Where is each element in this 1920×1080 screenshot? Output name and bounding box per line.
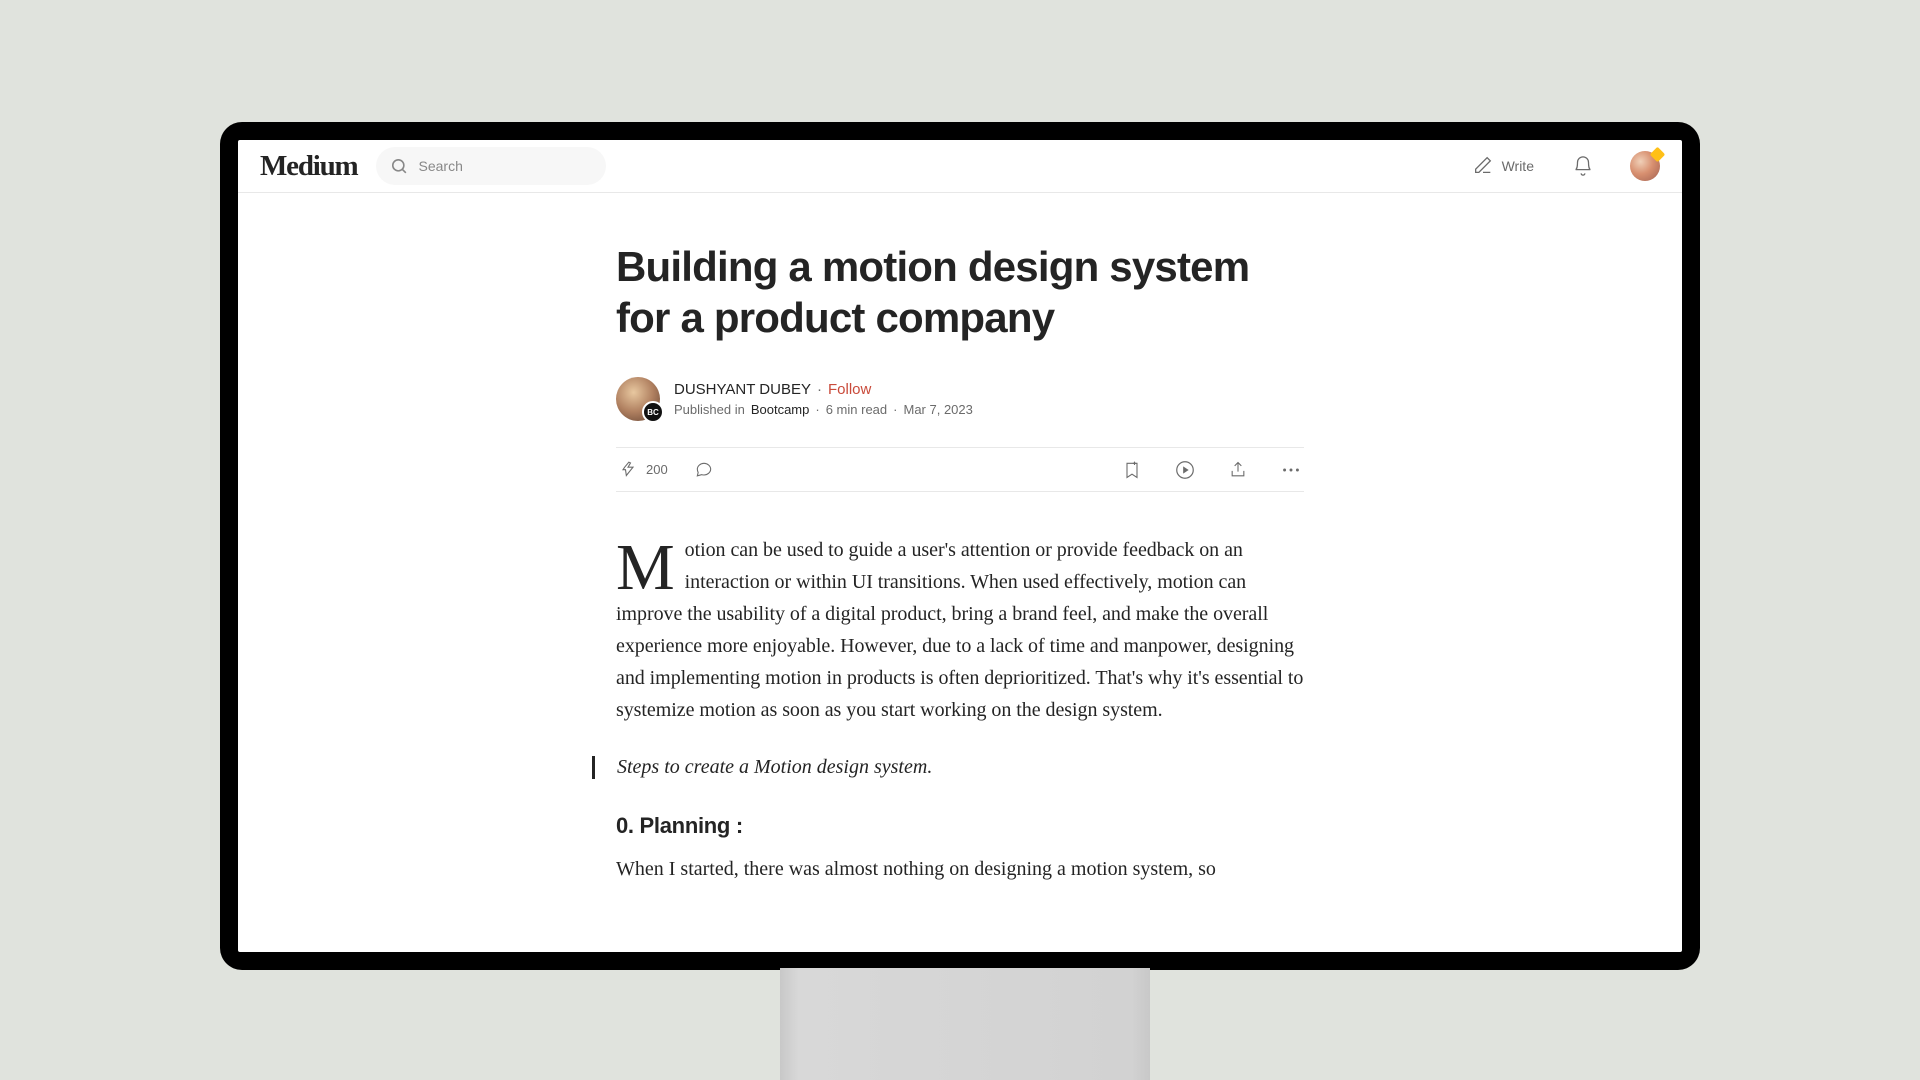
clap-count: 200 xyxy=(646,462,668,477)
write-label: Write xyxy=(1502,158,1534,174)
publish-date: Mar 7, 2023 xyxy=(903,402,972,417)
more-icon[interactable] xyxy=(1280,459,1302,481)
author-name[interactable]: DUSHYANT DUBEY xyxy=(674,381,811,398)
article-quote: Steps to create a Motion design system. xyxy=(592,756,1304,779)
site-logo[interactable]: Medium xyxy=(260,150,358,183)
article-paragraph: Motion can be used to guide a user's att… xyxy=(616,534,1304,726)
monitor-stand xyxy=(780,968,1150,1080)
notifications-icon[interactable] xyxy=(1572,155,1594,177)
article-content: Building a motion design system for a pr… xyxy=(616,193,1304,885)
article-title: Building a motion design system for a pr… xyxy=(616,241,1304,343)
play-icon[interactable] xyxy=(1174,459,1196,481)
byline: BC DUSHYANT DUBEY · Follow Published in … xyxy=(616,377,1304,421)
clap-button[interactable]: 200 xyxy=(618,458,668,481)
search-icon xyxy=(390,157,409,176)
publication-badge-icon: BC xyxy=(642,401,664,423)
user-avatar[interactable] xyxy=(1630,151,1660,181)
bookmark-icon[interactable] xyxy=(1122,459,1142,481)
comment-icon[interactable] xyxy=(694,460,714,480)
article-paragraph: When I started, there was almost nothing… xyxy=(616,853,1304,885)
action-bar: 200 xyxy=(616,447,1304,492)
search-field[interactable] xyxy=(376,147,606,185)
publication-name[interactable]: Bootcamp xyxy=(751,402,810,417)
published-in-label: Published in xyxy=(674,402,745,417)
monitor-frame: Medium Write Building a motion design sy… xyxy=(220,122,1700,970)
follow-button[interactable]: Follow xyxy=(828,381,871,398)
section-heading: 0. Planning : xyxy=(616,813,1304,839)
topbar: Medium Write xyxy=(238,140,1682,193)
read-time: 6 min read xyxy=(826,402,887,417)
write-icon xyxy=(1472,154,1494,179)
separator-dot: · xyxy=(817,381,822,398)
share-icon[interactable] xyxy=(1228,460,1248,480)
screen: Medium Write Building a motion design sy… xyxy=(238,140,1682,952)
search-input[interactable] xyxy=(419,158,592,174)
clap-icon xyxy=(618,458,638,481)
write-button[interactable]: Write xyxy=(1472,154,1534,179)
author-avatar[interactable]: BC xyxy=(616,377,660,421)
